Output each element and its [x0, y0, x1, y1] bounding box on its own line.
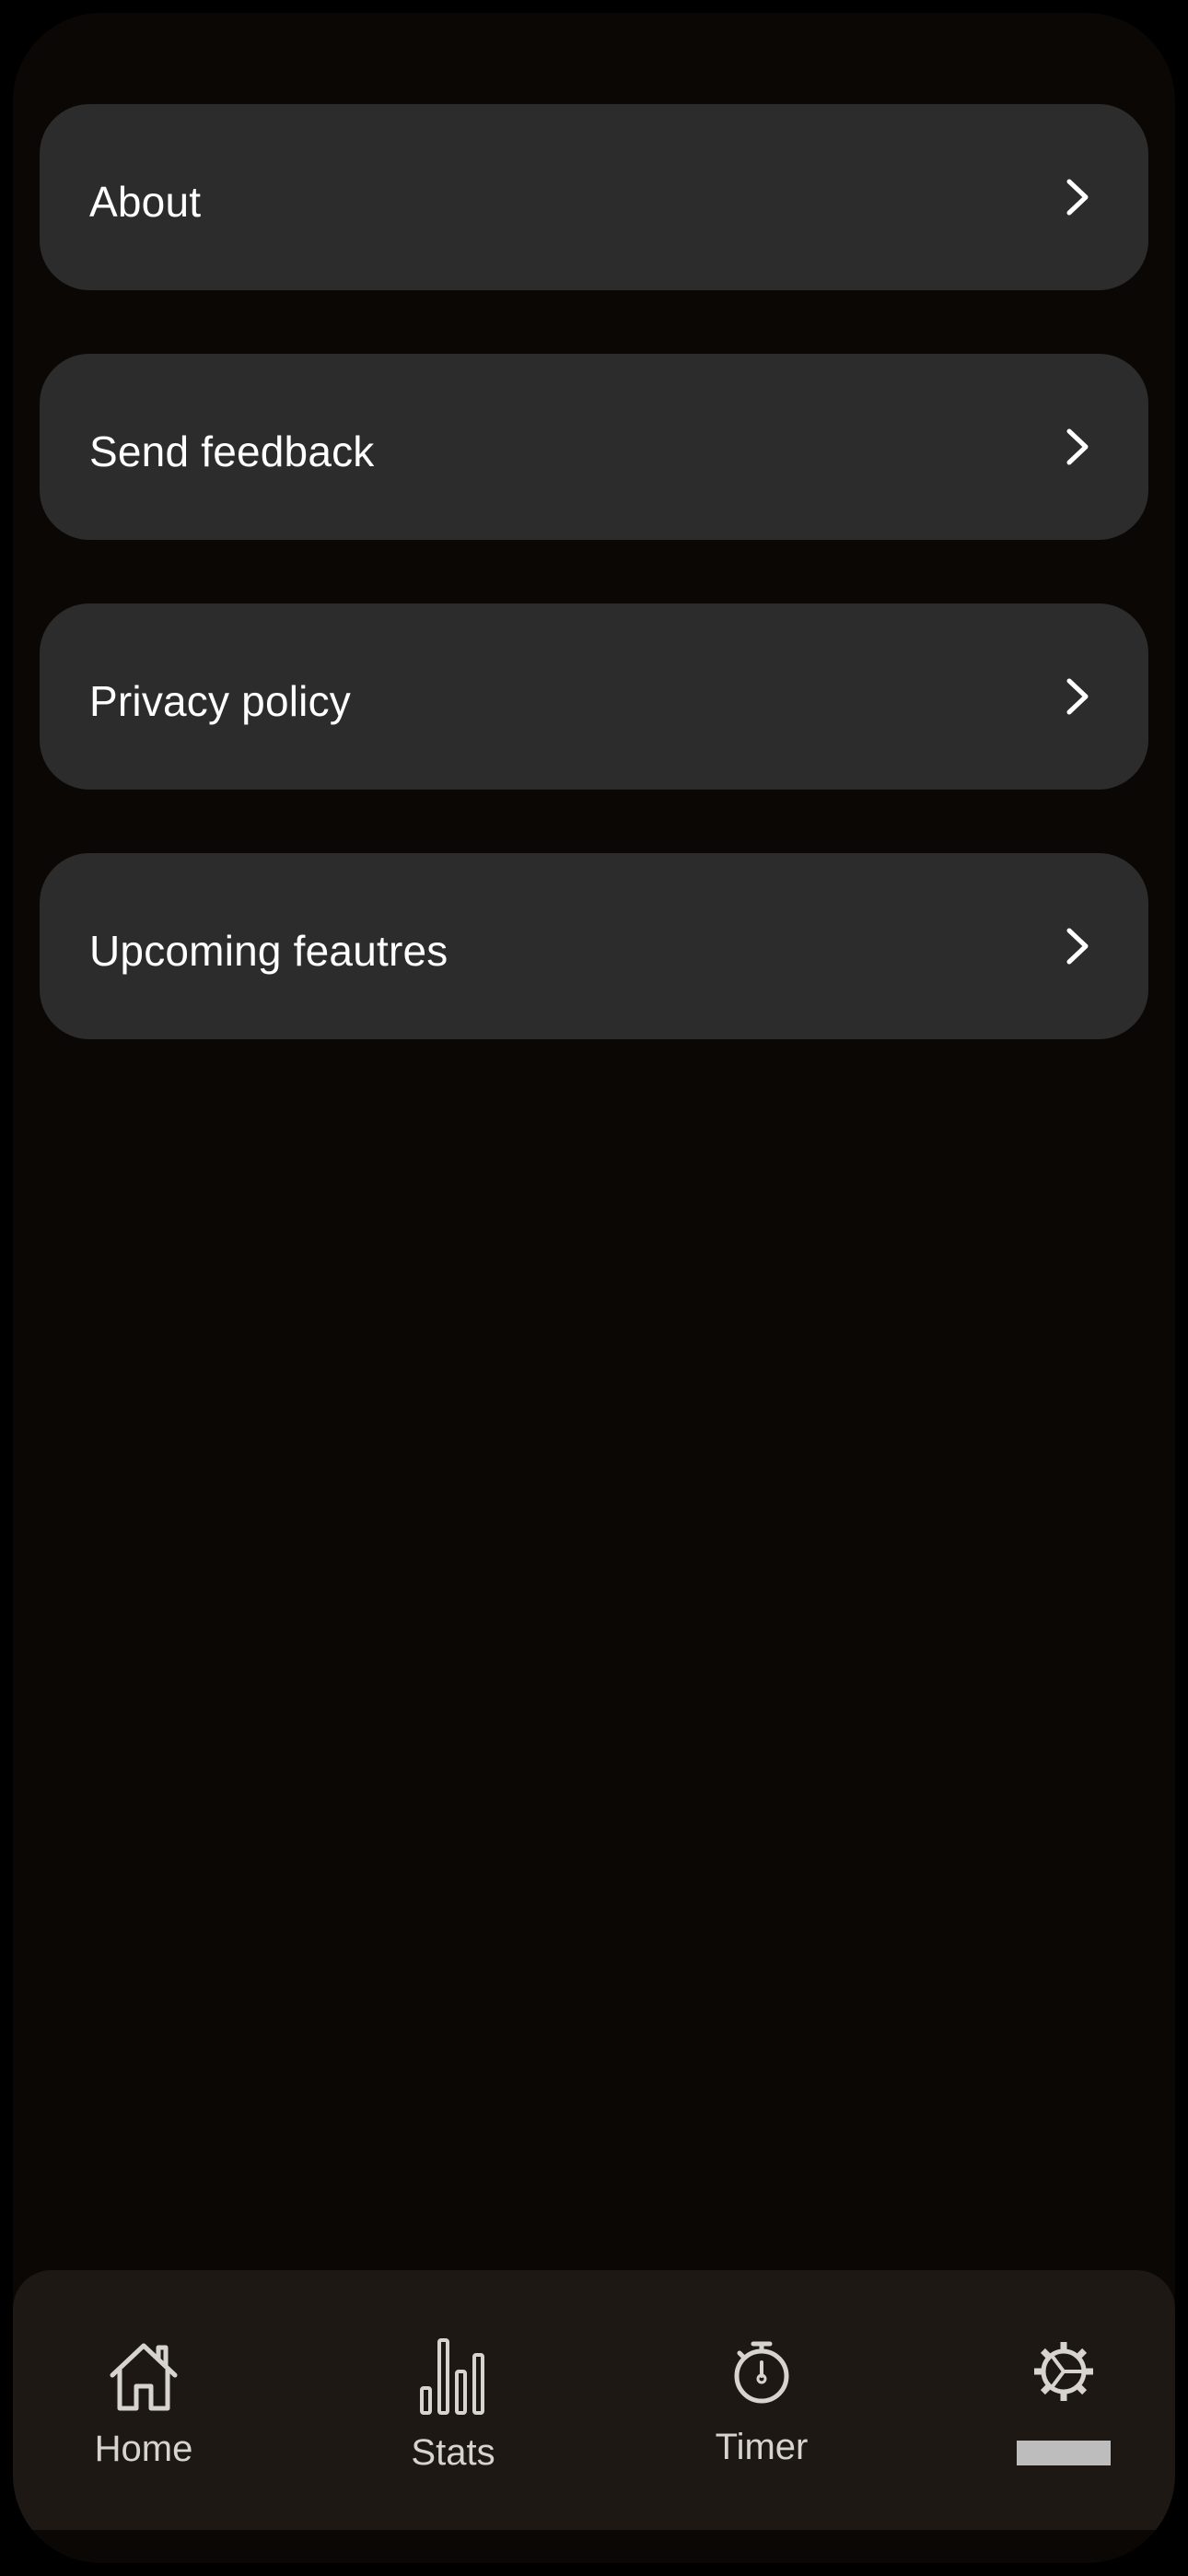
chevron-right-icon [1066, 678, 1089, 715]
active-tab-indicator [1017, 2441, 1111, 2465]
chevron-right-icon [1066, 428, 1089, 465]
menu-item-send-feedback[interactable]: Send feedback [40, 354, 1148, 540]
settings-menu-list: About Send feedback Privacy policy Upcom… [40, 104, 1148, 1103]
menu-item-label: Upcoming feautres [89, 927, 448, 975]
menu-item-label: Privacy policy [89, 677, 351, 725]
menu-item-label: Send feedback [89, 427, 375, 475]
device-frame: About Send feedback Privacy policy Upcom… [0, 0, 1188, 2576]
bar-chart-icon [420, 2338, 484, 2415]
settings-screen: About Send feedback Privacy policy Upcom… [13, 13, 1175, 2563]
tab-stats[interactable]: Stats [343, 2270, 564, 2530]
menu-item-upcoming-features[interactable]: Upcoming feautres [40, 853, 1148, 1039]
chevron-right-icon [1066, 928, 1089, 965]
tab-home[interactable]: Home [33, 2270, 254, 2530]
tab-stats-label: Stats [411, 2432, 495, 2473]
menu-item-privacy-policy[interactable]: Privacy policy [40, 603, 1148, 790]
bottom-tab-bar: Home Stats Timer [13, 2270, 1175, 2530]
tab-timer[interactable]: Timer [651, 2270, 872, 2530]
tab-timer-label: Timer [715, 2427, 809, 2467]
tab-settings[interactable] [953, 2270, 1174, 2530]
menu-item-label: About [89, 178, 202, 226]
home-icon [110, 2343, 178, 2411]
chevron-right-icon [1066, 179, 1089, 216]
menu-item-about[interactable]: About [40, 104, 1148, 290]
tab-home-label: Home [94, 2429, 193, 2469]
stopwatch-icon [734, 2341, 789, 2404]
gear-icon [1034, 2342, 1093, 2401]
